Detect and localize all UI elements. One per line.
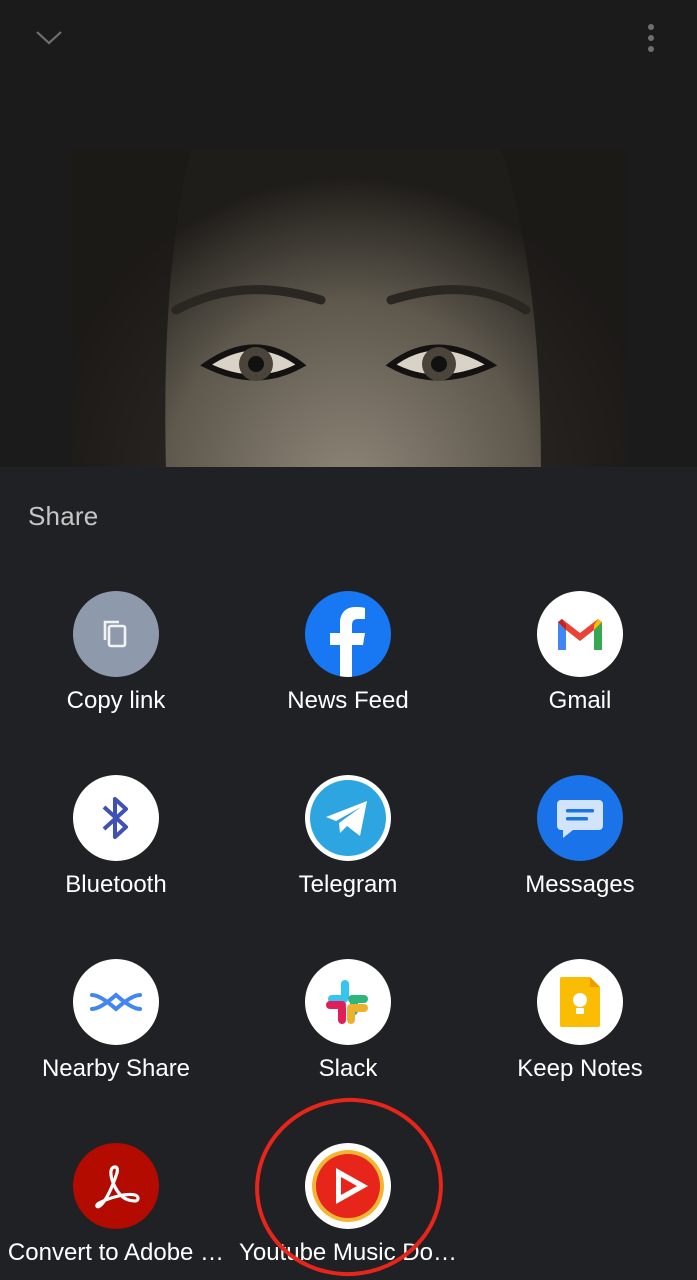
more-options-button[interactable]	[631, 18, 671, 58]
share-target-youtube-music-downloader[interactable]: Youtube Music Do…	[232, 1143, 464, 1280]
share-target-copy-link[interactable]: Copy link	[0, 591, 232, 751]
play-icon	[305, 1143, 391, 1229]
share-sheet-title: Share	[28, 501, 99, 531]
share-target-label: Convert to Adobe …	[7, 1239, 225, 1266]
slack-icon	[305, 959, 391, 1045]
bluetooth-icon	[73, 775, 159, 861]
share-target-label: Keep Notes	[517, 1055, 643, 1082]
share-target-slack[interactable]: Slack	[232, 959, 464, 1119]
more-vert-icon	[648, 24, 654, 52]
facebook-icon	[305, 591, 391, 677]
share-target-nearby-share[interactable]: Nearby Share	[0, 959, 232, 1119]
share-sheet: Share Copy link News Feed Gmail Bluetoot…	[0, 467, 697, 1280]
share-target-keep-notes[interactable]: Keep Notes	[464, 959, 696, 1119]
share-target-label: Slack	[318, 1055, 378, 1082]
share-target-label: Messages	[525, 871, 635, 898]
share-target-label: Copy link	[66, 687, 166, 714]
share-target-label: News Feed	[287, 687, 409, 714]
chevron-down-icon	[36, 31, 62, 45]
gmail-icon	[537, 591, 623, 677]
music-player-screen: Share Copy link News Feed Gmail Bluetoot…	[0, 0, 697, 1280]
share-target-news-feed[interactable]: News Feed	[232, 591, 464, 751]
telegram-icon	[305, 775, 391, 861]
share-target-bluetooth[interactable]: Bluetooth	[0, 775, 232, 935]
collapse-button[interactable]	[24, 18, 74, 58]
share-target-telegram[interactable]: Telegram	[232, 775, 464, 935]
adobe-acrobat-icon	[73, 1143, 159, 1229]
messages-icon	[537, 775, 623, 861]
share-target-adobe[interactable]: Convert to Adobe …	[0, 1143, 232, 1280]
share-target-label: Telegram	[298, 871, 398, 898]
share-target-gmail[interactable]: Gmail	[464, 591, 696, 751]
keep-notes-icon	[537, 959, 623, 1045]
share-target-label: Bluetooth	[65, 871, 167, 898]
share-target-label: Youtube Music Do…	[239, 1239, 457, 1266]
share-target-label: Gmail	[548, 687, 612, 714]
player-top-bar	[0, 0, 697, 80]
share-target-messages[interactable]: Messages	[464, 775, 696, 935]
copy-icon	[73, 591, 159, 677]
nearby-share-icon	[73, 959, 159, 1045]
share-target-label: Nearby Share	[41, 1055, 191, 1082]
